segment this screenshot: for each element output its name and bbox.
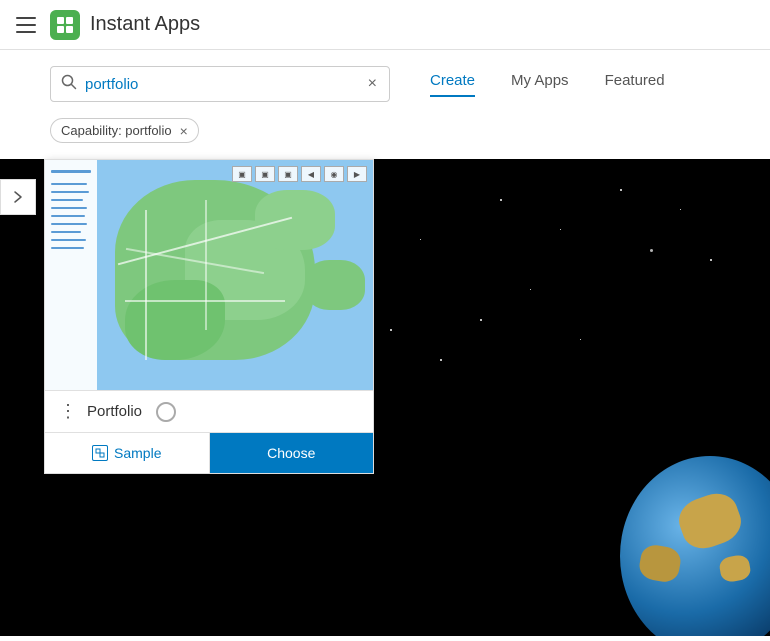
star [620,189,622,191]
star [560,229,561,230]
card-preview: ▣ ▣ ▣ ◀ ◉ ▶ [45,160,373,390]
star [480,319,482,321]
app-header: Instant Apps [0,0,770,50]
hamburger-menu-icon[interactable] [16,17,36,33]
star [420,239,421,240]
toolbar-btn-5: ◉ [324,166,344,182]
card-info: ⋮ Portfolio [45,390,373,432]
search-box: × [50,66,390,102]
star [650,249,653,252]
sidebar-toggle-button[interactable] [0,179,36,215]
sample-button[interactable]: Sample [45,433,210,473]
card-name: Portfolio [87,403,142,420]
filter-row: Capability: portfolio × [0,118,770,159]
star [500,199,502,201]
app-card: ▣ ▣ ▣ ◀ ◉ ▶ ⋮ Portfolio [44,159,374,474]
map-background: ▣ ▣ ▣ ◀ ◉ ▶ [45,160,373,390]
star [680,209,681,210]
sample-label: Sample [114,445,161,461]
filter-chip-remove[interactable]: × [180,124,188,138]
choose-button[interactable]: Choose [210,433,374,473]
star [530,289,531,290]
tab-create[interactable]: Create [430,72,475,97]
card-action-buttons: Sample Choose [45,432,373,473]
card-check-icon [156,402,176,422]
tab-my-apps[interactable]: My Apps [511,72,569,97]
app-title: Instant Apps [90,13,200,36]
card-menu-icon[interactable]: ⋮ [59,401,77,422]
star [440,359,442,361]
search-icon [61,74,77,95]
tab-featured[interactable]: Featured [605,72,665,97]
filter-chip-label: Capability: portfolio [61,123,172,138]
globe [620,456,770,636]
preview-toolbar: ▣ ▣ ▣ ◀ ◉ ▶ [232,166,367,182]
star [390,329,392,331]
star [710,259,712,261]
search-input[interactable] [85,76,366,93]
toolbar-btn-1: ▣ [232,166,252,182]
main-content: ▣ ▣ ▣ ◀ ◉ ▶ ⋮ Portfolio [0,159,770,636]
toolbar-btn-3: ▣ [278,166,298,182]
map-sidebar-sim [45,160,97,390]
filter-chip: Capability: portfolio × [50,118,199,143]
sample-icon [92,445,108,461]
app-logo [50,10,80,40]
toolbar-btn-2: ▣ [255,166,275,182]
toolbar-btn-6: ▶ [347,166,367,182]
tabs: Create My Apps Featured [430,72,665,97]
search-tabs-row: × Create My Apps Featured [0,50,770,118]
clear-search-icon[interactable]: × [366,73,379,95]
star [580,339,581,340]
toolbar-btn-4: ◀ [301,166,321,182]
